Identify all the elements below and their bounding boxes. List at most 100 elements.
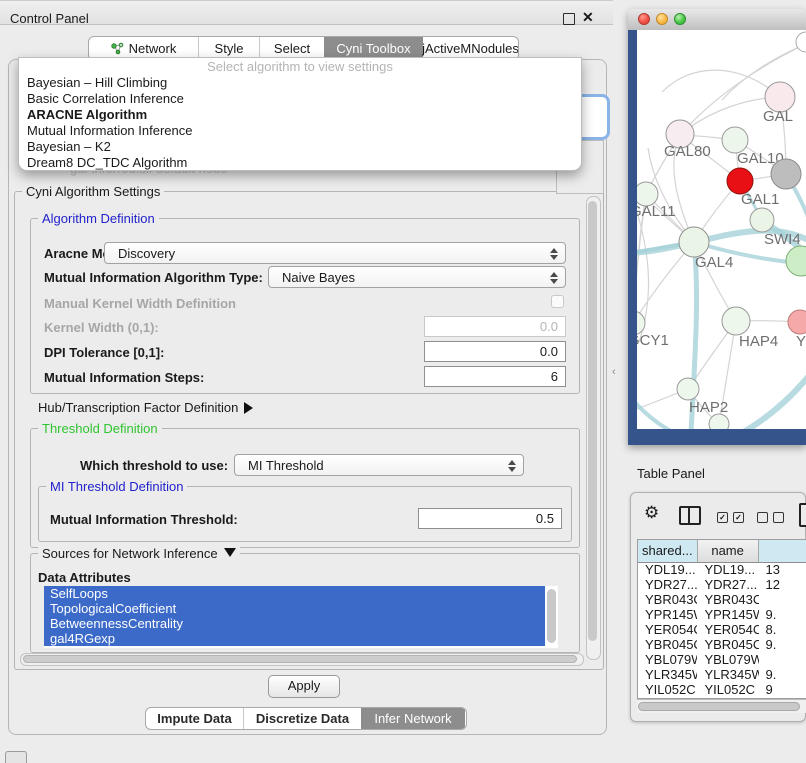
network-node[interactable] [786,246,806,276]
algorithm-definition-legend: Algorithm Definition [38,211,159,226]
table-cell [759,652,806,667]
network-node[interactable] [796,32,806,52]
table-cell: 12 [759,577,806,592]
hide-columns-icon[interactable] [757,512,784,523]
table-cell: YPR145W [697,607,758,622]
network-node-hap4[interactable] [722,307,750,335]
attribute-item[interactable]: gal4RGexp [44,631,545,646]
algorithm-option[interactable]: Dream8 DC_TDC Algorithm [19,155,581,171]
float-panel-button[interactable] [563,13,575,25]
manual-kernel-label: Manual Kernel Width Definition [44,296,236,311]
network-node-swi4[interactable] [750,208,774,232]
network-node[interactable] [771,159,801,189]
column-header-1[interactable]: shared... [638,540,698,562]
table-cell: YER054C [697,622,758,637]
table-cell: 9. [759,667,806,682]
hub-definition-label: Hub/Transcription Factor Definition [38,400,238,415]
mac-close-button[interactable] [638,13,650,25]
network-node-hap2[interactable] [677,378,699,400]
table-row[interactable]: YDR27...YDR27...12 [638,577,806,592]
mi-type-combo[interactable]: Naive Bayes [268,266,566,288]
close-panel-button[interactable]: ✕ [582,9,594,26]
node-label: GAL4 [695,254,733,271]
attribute-item[interactable]: TopologicalCoefficient [44,601,545,616]
table-horizontal-scrollbar[interactable] [637,699,806,713]
network-node-y[interactable] [788,310,806,334]
node-label: GAL1 [741,191,779,208]
algorithm-option[interactable]: Bayesian – Hill Climbing [19,75,581,91]
table-cell: 9 [759,682,806,694]
table-row[interactable]: YPR145WYPR145W9. [638,607,806,622]
bottom-tab-discretize-data[interactable]: Discretize Data [243,708,361,729]
network-canvas[interactable]: GALGAL80GAL10GAL1GAL11SWI4GAL4GCY1HAP4YH… [637,30,806,429]
network-window-titlebar[interactable] [628,9,806,31]
settings-vertical-scrollbar-thumb[interactable] [588,201,597,641]
stepper-icon [550,271,558,285]
attribute-item[interactable]: BetweennessCentrality [44,616,545,631]
kernel-width-label: Kernel Width (0,1): [44,320,159,335]
table-cell: YBL079W [638,652,697,667]
mi-type-value: Naive Bayes [282,270,355,285]
algorithm-option[interactable]: Basic Correlation Inference [19,91,581,107]
settings-horizontal-scrollbar-thumb[interactable] [23,655,577,663]
data-attributes-label: Data Attributes [38,570,131,585]
attributes-scrollbar-thumb[interactable] [547,589,556,643]
table-cell: YLR345W [697,667,758,682]
table-cell [759,592,806,607]
settings-horizontal-scrollbar[interactable] [20,653,584,666]
checked-box-icon: ✓ [733,512,744,523]
table-horizontal-scrollbar-thumb[interactable] [638,702,800,711]
network-node[interactable] [709,414,729,429]
which-threshold-value: MI Threshold [248,458,324,473]
panel-resize-handle[interactable]: ‹ [612,366,616,378]
split-panel-icon[interactable] [679,506,701,525]
table-row[interactable]: YIL052CYIL052C9 [638,682,806,694]
settings-vertical-scrollbar[interactable] [586,196,601,660]
show-columns-icon[interactable]: ✓ ✓ [717,512,744,523]
table-row[interactable]: YBR043CYBR043C [638,592,806,607]
gear-icon[interactable]: ⚙ [644,504,659,521]
node-label: GAL [763,108,793,125]
table-row[interactable]: YBR045CYBR045C9. [638,637,806,652]
bottom-tab-infer-network[interactable]: Infer Network [361,708,465,729]
bottom-tab-impute-data[interactable]: Impute Data [146,708,243,729]
table-cell: YBL079W [697,652,758,667]
mi-threshold-legend: MI Threshold Definition [46,479,187,494]
table-row[interactable]: YER054CYER054C8. [638,622,806,637]
table-row[interactable]: YLR345WYLR345W9. [638,667,806,682]
node-label: HAP4 [739,333,778,350]
mi-type-label: Mutual Information Algorithm Type: [44,270,263,285]
apply-button[interactable]: Apply [268,675,340,698]
algorithm-option[interactable]: Bayesian – K2 [19,139,581,155]
algorithm-dropdown-popup: Select algorithm to view settings Bayesi… [18,57,582,171]
mac-zoom-button[interactable] [674,13,686,25]
mi-steps-field[interactable]: 6 [424,366,566,387]
mi-threshold-field[interactable]: 0.5 [418,508,562,529]
network-node-gal4[interactable] [679,227,709,257]
aracne-mode-combo[interactable]: Discovery [104,242,566,264]
table-row[interactable]: YDL19...YDL19...13 [638,562,806,577]
aracne-mode-value: Discovery [118,246,175,261]
dpi-tolerance-label: DPI Tolerance [0,1]: [44,345,164,360]
column-header-3[interactable] [759,540,806,562]
expand-arrow-icon [244,402,253,414]
table-cell: YBR045C [638,637,697,652]
algorithm-option[interactable]: ARACNE Algorithm [19,107,581,123]
which-threshold-label: Which threshold to use: [80,458,228,473]
dpi-tolerance-field[interactable]: 0.0 [424,341,566,362]
algorithm-option[interactable]: Mutual Information Inference [19,123,581,139]
which-threshold-combo[interactable]: MI Threshold [234,454,524,476]
column-header-2[interactable]: name [698,540,759,562]
table-row[interactable]: YBL079WYBL079W [638,652,806,667]
minimized-panel-icon[interactable] [5,751,27,763]
dropdown-items: Bayesian – Hill ClimbingBasic Correlatio… [19,75,581,171]
checked-box-icon: ✓ [717,512,728,523]
table-cell: YBR043C [697,592,758,607]
table-cell: YPR145W [638,607,697,622]
document-icon[interactable] [799,503,806,527]
mac-minimize-button[interactable] [656,13,668,25]
sources-legend[interactable]: Sources for Network Inference [38,546,240,561]
hub-definition-toggle[interactable]: Hub/Transcription Factor Definition [38,400,253,415]
table-cell: YDL19... [697,562,758,577]
attribute-item[interactable]: SelfLoops [44,586,545,601]
